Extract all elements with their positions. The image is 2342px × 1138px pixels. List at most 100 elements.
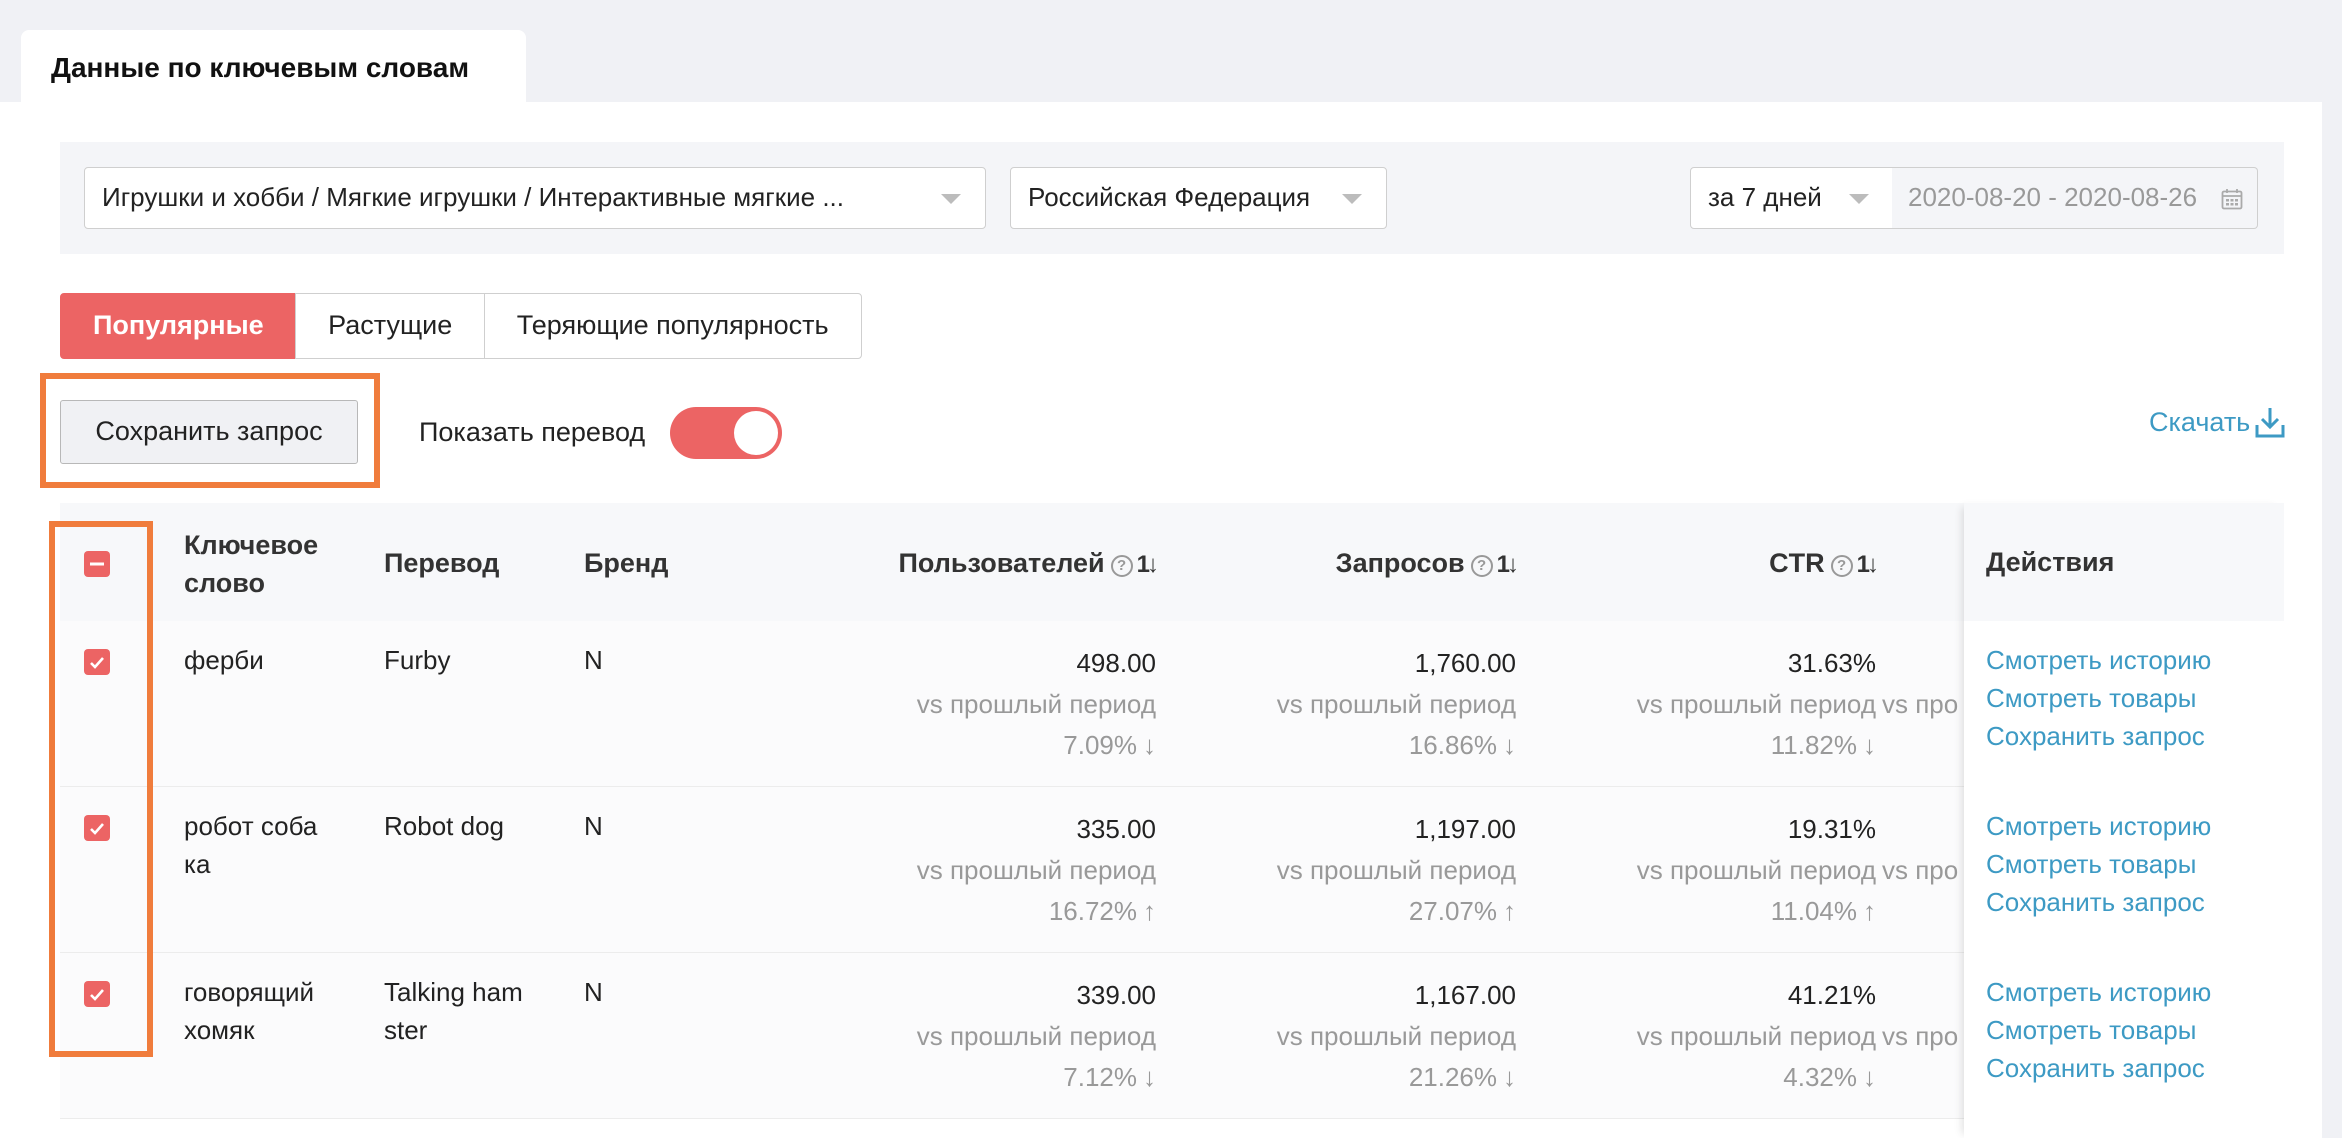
metric-value: 31.63% [1787, 648, 1876, 678]
checkbox-column-highlight [49, 521, 153, 1057]
brand-cell: N [584, 811, 603, 841]
chevron-down-icon [1849, 194, 1869, 204]
category-select[interactable]: Игрушки и хобби / Мягкие игрушки / Интер… [84, 167, 986, 229]
chevron-down-icon [941, 194, 961, 204]
tab-title: Данные по ключевым словам [51, 52, 470, 83]
metric-queries: 1,167.00 vs прошлый период 21.26% ↓ [1176, 975, 1516, 1098]
partial-vs-label: vs про [1882, 1021, 1959, 1051]
table-row: говорящий хомяк Talking ham ster N 339.00 … [60, 953, 2284, 1119]
metric-change: 11.82% ↓ [1536, 725, 1876, 766]
vs-label: vs прошлый период [1276, 855, 1516, 885]
row-actions: Смотреть историю Смотреть товары Сохрани… [1986, 973, 2211, 1087]
main-panel: Игрушки и хобби / Мягкие игрушки / Интер… [0, 102, 2322, 1138]
vs-label: vs прошлый период [1276, 689, 1516, 719]
vs-label: vs прошлый период [916, 855, 1156, 885]
region-select-value: Российская Федерация [1028, 182, 1311, 212]
save-query-button[interactable]: Сохранить запрос [60, 400, 358, 464]
metric-value: 335.00 [1076, 814, 1156, 844]
header-queries[interactable]: Запросов? 1↓ [1120, 548, 1519, 579]
metric-change: 16.72% ↑ [816, 891, 1156, 932]
period-select-value: за 7 дней [1708, 182, 1822, 212]
metric-users: 498.00 vs прошлый период 7.09% ↓ [816, 643, 1156, 766]
metric-change: 7.12% ↓ [816, 1057, 1156, 1098]
region-select[interactable]: Российская Федерация [1010, 167, 1387, 229]
table-row: ферби Furby N 498.00 vs прошлый период 7… [60, 621, 2284, 787]
trend-arrow-icon: ↓ [1863, 1062, 1876, 1092]
vs-label: vs прошлый период [916, 1021, 1156, 1051]
header-translation: Перевод [384, 548, 500, 578]
actions-column: Действия Смотреть историю Смотреть товар… [1964, 503, 2284, 1138]
trend-arrow-icon: ↓ [1503, 730, 1516, 760]
trend-arrow-icon: ↓ [1503, 1062, 1516, 1092]
download-icon [2255, 408, 2285, 438]
trend-arrow-icon: ↑ [1863, 896, 1876, 926]
segment-popular[interactable]: Популярные [60, 293, 297, 359]
table-row: робот соба ка Robot dog N 335.00 vs прошл… [60, 787, 2284, 953]
trend-arrow-icon: ↑ [1503, 896, 1516, 926]
metric-change: 7.09% ↓ [816, 725, 1156, 766]
translation-cell: Furby [384, 645, 451, 675]
tab-keyword-data[interactable]: Данные по ключевым словам [21, 30, 526, 102]
segment-growing[interactable]: Растущие [295, 293, 486, 359]
metric-change: 16.86% ↓ [1176, 725, 1516, 766]
header-keyword: Ключевое слово [184, 530, 319, 598]
category-select-value: Игрушки и хобби / Мягкие игрушки / Интер… [102, 182, 844, 212]
date-range-field[interactable]: 2020-08-20 - 2020-08-26 [1892, 167, 2258, 229]
partial-vs-label: vs про [1882, 689, 1959, 719]
vs-label: vs прошлый период [1636, 855, 1876, 885]
header-ctr[interactable]: CTR? 1↓ [1480, 548, 1879, 579]
metric-value: 1,167.00 [1414, 980, 1516, 1010]
metric-value: 339.00 [1076, 980, 1156, 1010]
trend-arrow-icon: ↑ [1143, 896, 1156, 926]
download-label: Скачать [2149, 406, 2251, 437]
date-range-value: 2020-08-20 - 2020-08-26 [1908, 182, 2198, 212]
filter-bar: Игрушки и хобби / Мягкие игрушки / Интер… [60, 142, 2284, 254]
metric-ctr: 19.31% vs прошлый период 11.04% ↑ [1536, 809, 1876, 932]
view-history-link[interactable]: Смотреть историю [1986, 807, 2211, 845]
translation-cell: Robot dog [384, 811, 504, 841]
keyword-cell: робот соба ка [184, 811, 318, 879]
trend-arrow-icon: ↓ [1143, 1062, 1156, 1092]
save-query-link[interactable]: Сохранить запрос [1986, 883, 2211, 921]
metric-users: 335.00 vs прошлый период 16.72% ↑ [816, 809, 1156, 932]
metric-queries: 1,197.00 vs прошлый период 27.07% ↑ [1176, 809, 1516, 932]
view-segment-control: Популярные Растущие Теряющие популярност… [60, 293, 862, 359]
header-actions: Действия [1986, 547, 2115, 577]
metric-change: 4.32% ↓ [1536, 1057, 1876, 1098]
sort-icon[interactable]: 1↓ [1857, 551, 1879, 578]
trend-arrow-icon: ↓ [1863, 730, 1876, 760]
vs-label: vs прошлый период [1636, 689, 1876, 719]
view-history-link[interactable]: Смотреть историю [1986, 973, 2211, 1011]
header-users[interactable]: Пользователей? 1↓ [760, 548, 1160, 579]
metric-users: 339.00 vs прошлый период 7.12% ↓ [816, 975, 1156, 1098]
metric-ctr: 41.21% vs прошлый период 4.32% ↓ [1536, 975, 1876, 1098]
vs-label: vs прошлый период [1276, 1021, 1516, 1051]
metric-change: 21.26% ↓ [1176, 1057, 1516, 1098]
metric-value: 498.00 [1076, 648, 1156, 678]
vs-label: vs прошлый период [1636, 1021, 1876, 1051]
metric-change: 27.07% ↑ [1176, 891, 1516, 932]
metric-value: 19.31% [1787, 814, 1876, 844]
metric-change: 11.04% ↑ [1536, 891, 1876, 932]
help-icon[interactable]: ? [1830, 555, 1853, 577]
metric-ctr: 31.63% vs прошлый период 11.82% ↓ [1536, 643, 1876, 766]
chevron-down-icon [1342, 194, 1362, 204]
segment-losing[interactable]: Теряющие популярность [483, 293, 862, 359]
translation-toggle[interactable] [670, 407, 782, 459]
row-actions: Смотреть историю Смотреть товары Сохрани… [1986, 807, 2211, 921]
brand-cell: N [584, 977, 603, 1007]
download-link[interactable]: Скачать [2149, 405, 2286, 439]
translation-toggle-label: Показать перевод [419, 417, 646, 447]
keyword-cell: ферби [184, 645, 264, 675]
save-query-link[interactable]: Сохранить запрос [1986, 717, 2211, 755]
metric-value: 1,760.00 [1414, 648, 1516, 678]
view-products-link[interactable]: Смотреть товары [1986, 845, 2211, 883]
save-query-link[interactable]: Сохранить запрос [1986, 1049, 2211, 1087]
view-products-link[interactable]: Смотреть товары [1986, 679, 2211, 717]
view-products-link[interactable]: Смотреть товары [1986, 1011, 2211, 1049]
calendar-icon [2221, 189, 2243, 210]
period-select[interactable]: за 7 дней [1690, 167, 1894, 229]
trend-arrow-icon: ↓ [1143, 730, 1156, 760]
keyword-cell: говорящий хомяк [184, 977, 315, 1045]
view-history-link[interactable]: Смотреть историю [1986, 641, 2211, 679]
